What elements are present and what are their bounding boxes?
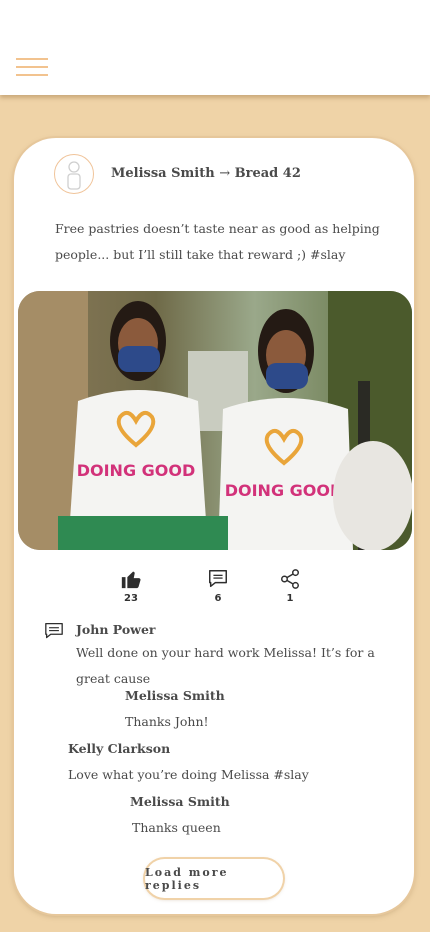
post-text: Free pastries doesn’t taste near as good… — [55, 221, 380, 262]
load-more-replies-button[interactable]: Load more replies — [145, 859, 283, 898]
post-recipient[interactable]: Bread 42 — [235, 166, 301, 181]
comment-button[interactable]: 6 — [198, 568, 238, 604]
share-button[interactable]: 1 — [270, 568, 310, 604]
thumbs-up-icon — [121, 571, 141, 589]
comment-author[interactable]: Kelly Clarkson — [68, 741, 170, 756]
comment-author[interactable]: John Power — [76, 622, 155, 637]
comment-text: Love what you’re doing Melissa #slay — [68, 767, 309, 782]
avatar[interactable] — [54, 154, 94, 194]
comment-count: 6 — [214, 593, 222, 604]
arrow-icon: → — [219, 166, 231, 181]
post-author[interactable]: Melissa Smith — [111, 166, 215, 181]
like-button[interactable]: 23 — [111, 568, 151, 604]
comment-icon — [44, 622, 64, 644]
user-icon — [67, 161, 81, 190]
reply-text: Thanks queen — [132, 820, 221, 835]
reply-author[interactable]: Melissa Smith — [130, 794, 230, 809]
post-card: Melissa Smith → Bread 42 Free pastries d… — [14, 138, 414, 914]
comment-text: Well done on your hard work Melissa! It’… — [76, 645, 375, 686]
shirt-text-right: DOING GOOD — [225, 481, 344, 500]
share-count: 1 — [286, 593, 294, 604]
share-icon — [281, 569, 299, 589]
post-author-line: Melissa Smith → Bread 42 — [111, 166, 301, 181]
shirt-text-left: DOING GOOD — [77, 461, 196, 480]
menu-icon[interactable] — [16, 58, 48, 80]
post-image[interactable]: DOING GOOD DOING GOOD — [18, 291, 412, 550]
reply-author[interactable]: Melissa Smith — [125, 688, 225, 703]
like-count: 23 — [124, 593, 138, 604]
comment-icon — [209, 570, 227, 588]
reply-text: Thanks John! — [125, 714, 209, 729]
top-bar — [0, 0, 430, 95]
